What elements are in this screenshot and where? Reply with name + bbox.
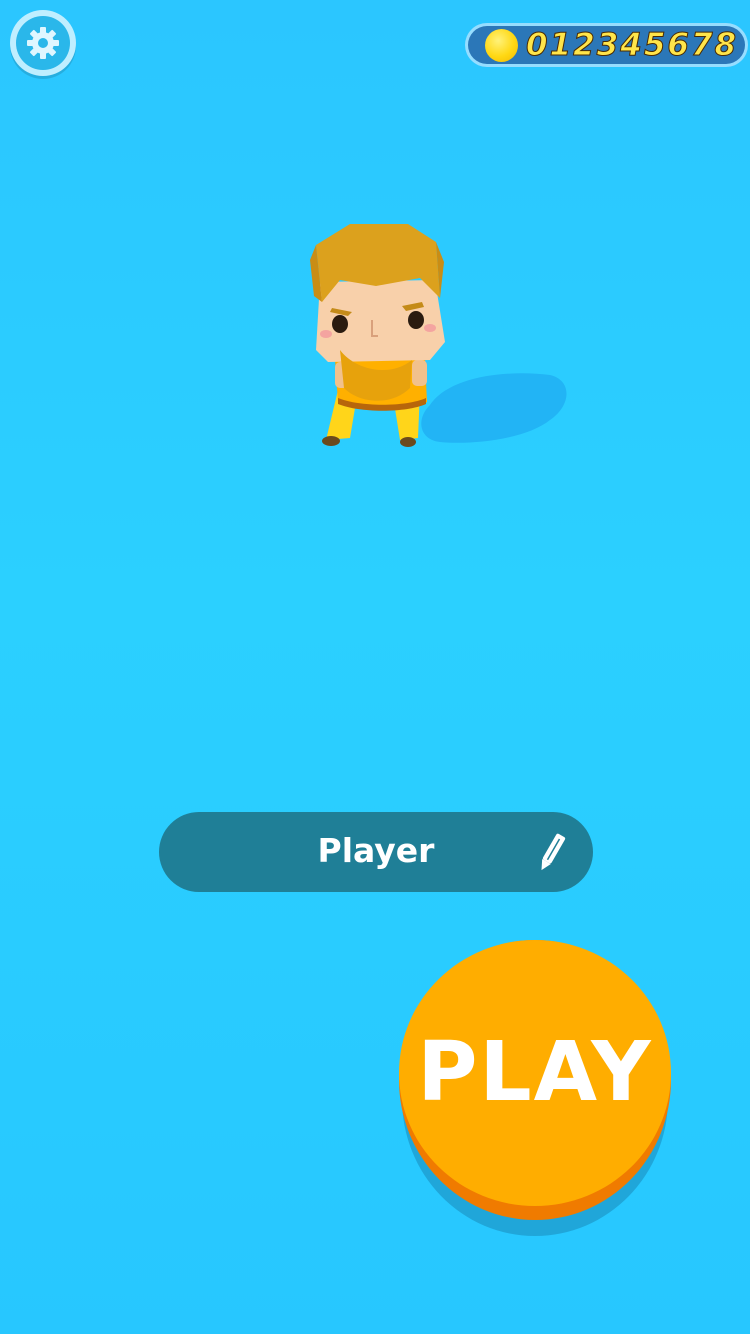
play-button-face: PLAY <box>399 940 671 1206</box>
settings-ring <box>16 16 70 70</box>
play-button[interactable]: PLAY <box>399 940 671 1220</box>
player-character <box>310 224 567 447</box>
player-name-field[interactable]: Player <box>159 812 593 892</box>
gear-icon <box>27 27 59 59</box>
character-blush-right <box>424 324 436 332</box>
play-button-label: PLAY <box>417 1025 653 1120</box>
coin-count: 012345678 <box>525 27 739 64</box>
settings-button[interactable] <box>10 10 76 76</box>
character-shoe-right <box>400 437 416 447</box>
character-eye-left <box>332 315 348 333</box>
pencil-icon[interactable] <box>537 829 567 875</box>
player-name: Player <box>317 831 435 870</box>
character-shadow <box>421 373 567 443</box>
coin-counter: 012345678 <box>465 23 748 67</box>
coin-counter-inner: 012345678 <box>468 26 745 64</box>
coin-icon <box>485 29 518 62</box>
character-hand-right <box>412 360 427 386</box>
character-shoe-left <box>322 436 340 446</box>
character-blush-left <box>320 330 332 338</box>
character-eye-right <box>408 311 424 329</box>
